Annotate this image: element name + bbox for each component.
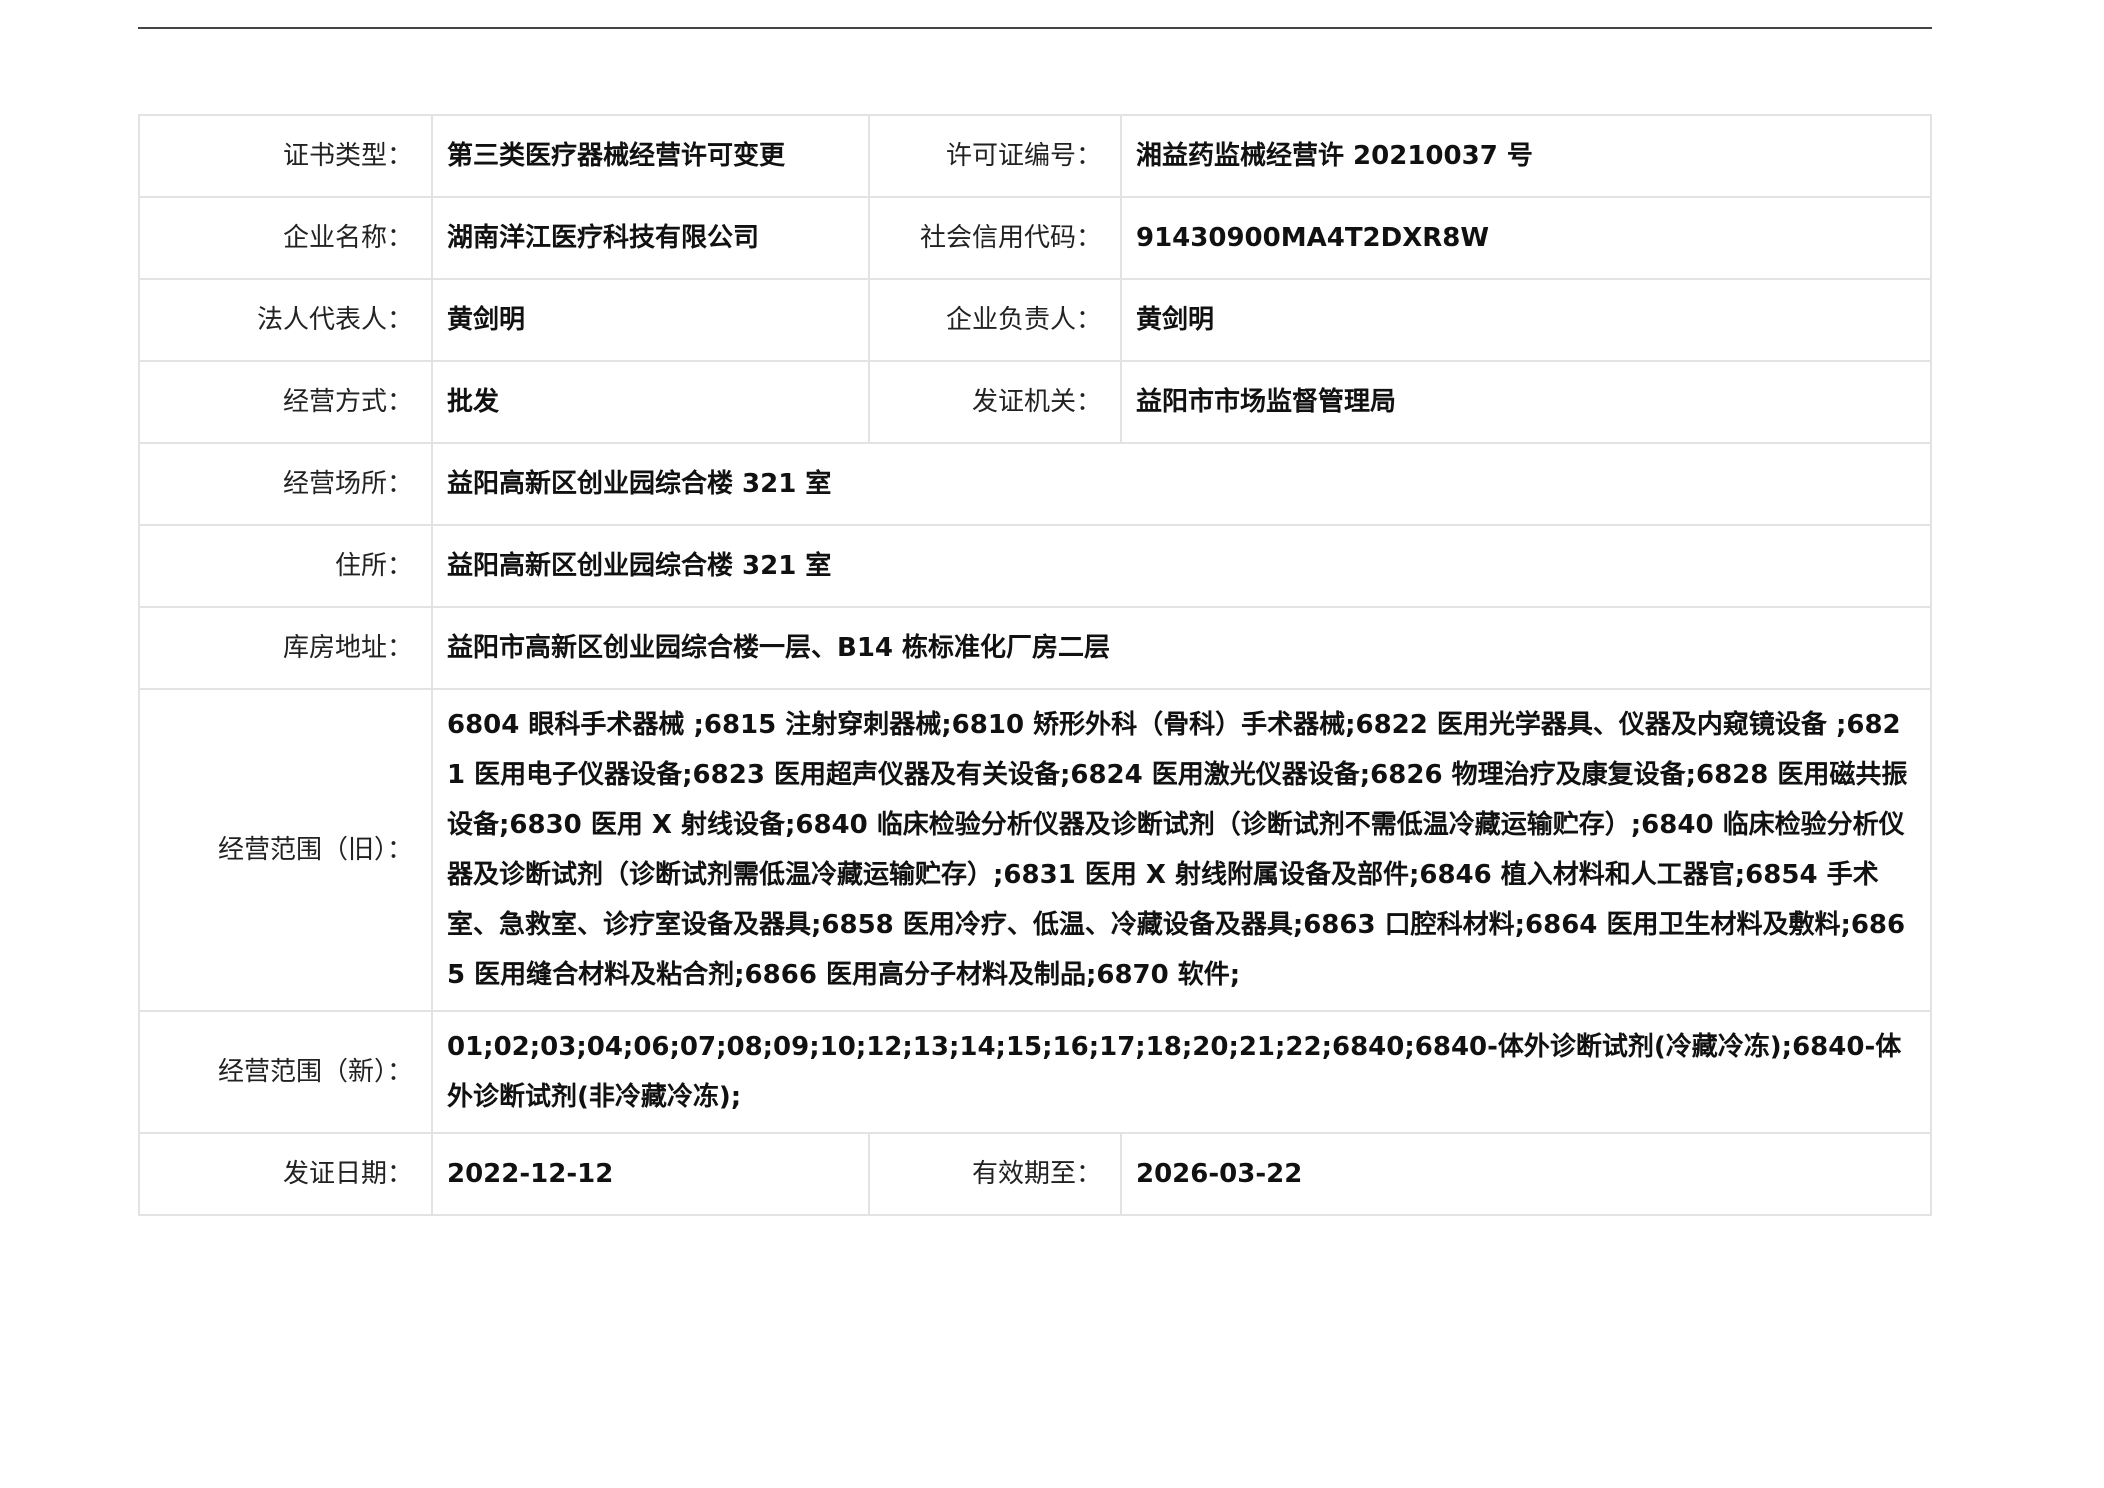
row-scope-new: 经营范围（新）： 01;02;03;04;06;07;08;09;10;12;1… <box>138 1010 1932 1134</box>
top-divider <box>138 27 1932 29</box>
license-no-label: 许可证编号： <box>868 114 1122 198</box>
license-no-value: 湘益药监械经营许 20210037 号 <box>1120 114 1932 198</box>
issuing-authority-label: 发证机关： <box>868 360 1122 444</box>
business-mode-value: 批发 <box>431 360 870 444</box>
legal-rep-label: 法人代表人： <box>138 278 433 362</box>
issue-date-label: 发证日期： <box>138 1132 433 1216</box>
business-place-value: 益阳高新区创业园综合楼 321 室 <box>431 442 1932 526</box>
row-residence: 住所： 益阳高新区创业园综合楼 321 室 <box>138 524 1932 608</box>
residence-value: 益阳高新区创业园综合楼 321 室 <box>431 524 1932 608</box>
scope-new-label: 经营范围（新）： <box>138 1010 433 1134</box>
warehouse-address-value: 益阳市高新区创业园综合楼一层、B14 栋标准化厂房二层 <box>431 606 1932 690</box>
row-company: 企业名称： 湖南洋江医疗科技有限公司 社会信用代码： 91430900MA4T2… <box>138 196 1932 280</box>
warehouse-address-label: 库房地址： <box>138 606 433 690</box>
row-business-place: 经营场所： 益阳高新区创业园综合楼 321 室 <box>138 442 1932 526</box>
manager-label: 企业负责人： <box>868 278 1122 362</box>
business-mode-label: 经营方式： <box>138 360 433 444</box>
certificate-info-table: 证书类型： 第三类医疗器械经营许可变更 许可证编号： 湘益药监械经营许 2021… <box>138 114 1932 1216</box>
scope-new-value: 01;02;03;04;06;07;08;09;10;12;13;14;15;1… <box>431 1010 1932 1134</box>
cert-type-label: 证书类型： <box>138 114 433 198</box>
row-persons: 法人代表人： 黄剑明 企业负责人： 黄剑明 <box>138 278 1932 362</box>
issuing-authority-value: 益阳市市场监督管理局 <box>1120 360 1932 444</box>
legal-rep-value: 黄剑明 <box>431 278 870 362</box>
credit-code-label: 社会信用代码： <box>868 196 1122 280</box>
scope-old-value: 6804 眼科手术器械 ;6815 注射穿刺器械;6810 矫形外科（骨科）手术… <box>431 688 1932 1012</box>
row-dates: 发证日期： 2022-12-12 有效期至： 2026-03-22 <box>138 1132 1932 1216</box>
residence-label: 住所： <box>138 524 433 608</box>
row-scope-old: 经营范围（旧）： 6804 眼科手术器械 ;6815 注射穿刺器械;6810 矫… <box>138 688 1932 1012</box>
valid-until-value: 2026-03-22 <box>1120 1132 1932 1216</box>
valid-until-label: 有效期至： <box>868 1132 1122 1216</box>
business-place-label: 经营场所： <box>138 442 433 526</box>
company-name-label: 企业名称： <box>138 196 433 280</box>
row-warehouse: 库房地址： 益阳市高新区创业园综合楼一层、B14 栋标准化厂房二层 <box>138 606 1932 690</box>
credit-code-value: 91430900MA4T2DXR8W <box>1120 196 1932 280</box>
row-mode-authority: 经营方式： 批发 发证机关： 益阳市市场监督管理局 <box>138 360 1932 444</box>
cert-type-value: 第三类医疗器械经营许可变更 <box>431 114 870 198</box>
scope-old-label: 经营范围（旧）： <box>138 688 433 1012</box>
manager-value: 黄剑明 <box>1120 278 1932 362</box>
issue-date-value: 2022-12-12 <box>431 1132 870 1216</box>
company-name-value: 湖南洋江医疗科技有限公司 <box>431 196 870 280</box>
row-cert-type: 证书类型： 第三类医疗器械经营许可变更 许可证编号： 湘益药监械经营许 2021… <box>138 114 1932 198</box>
